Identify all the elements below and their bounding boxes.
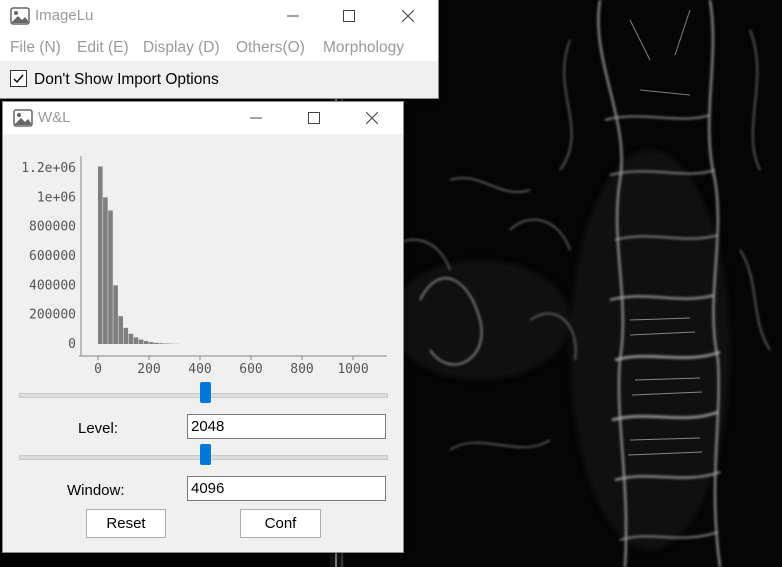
window-title: W&L <box>38 109 71 126</box>
histogram-x-tick-label: 1000 <box>337 362 368 377</box>
menu-file[interactable]: File (N) <box>10 39 61 57</box>
level-label: Level: <box>78 420 119 437</box>
histogram-bar <box>108 210 113 344</box>
level-slider[interactable] <box>19 382 388 410</box>
maximize-icon <box>308 112 320 124</box>
histogram-y-tick-label: 600000 <box>29 249 76 264</box>
histogram-x-tick-label: 800 <box>290 362 313 377</box>
window-label: Window: <box>67 482 125 499</box>
histogram-bar <box>133 337 139 344</box>
histogram-y-tick-label: 800000 <box>29 220 76 235</box>
minimize-icon <box>250 117 262 119</box>
menu-bar: File (N) Edit (E) Display (D) Others(O) … <box>0 34 438 60</box>
histogram-bar <box>118 316 123 344</box>
histogram-bar <box>138 339 144 344</box>
menu-morphology[interactable]: Morphology <box>323 39 404 57</box>
window-input[interactable] <box>187 476 386 501</box>
maximize-button[interactable] <box>291 102 337 134</box>
histogram-bar <box>103 197 108 344</box>
histogram-y-tick-label: 200000 <box>29 308 76 323</box>
dont-show-import-options-checkbox[interactable] <box>10 70 27 87</box>
histogram-bar <box>98 166 103 344</box>
main-titlebar[interactable]: ImageLu <box>0 0 438 32</box>
histogram-bar <box>143 341 149 344</box>
histogram-x-tick-label: 600 <box>239 362 262 377</box>
minimize-icon <box>287 15 299 17</box>
histogram-y-tick-label: 1.2e+06 <box>21 161 76 176</box>
minimize-button[interactable] <box>233 102 279 134</box>
minimize-button[interactable] <box>270 0 316 32</box>
menu-others[interactable]: Others(O) <box>236 39 305 57</box>
level-input[interactable] <box>187 414 386 439</box>
imagelu-main-window: ImageLu File (N) Edit (E) Display (D) Ot… <box>0 0 438 98</box>
maximize-icon <box>343 10 355 22</box>
close-icon <box>402 10 414 22</box>
dont-show-import-options-label[interactable]: Don't Show Import Options <box>34 71 219 89</box>
histogram-bar <box>149 342 154 344</box>
app-image-icon <box>13 109 33 127</box>
window-level-dialog: W&L 1.2e+06 1e+06 800000 600000 400000 200000… <box>3 102 403 552</box>
app-image-icon <box>10 7 30 25</box>
reset-button[interactable]: Reset <box>86 509 166 538</box>
options-bar: Don't Show Import Options <box>0 61 438 98</box>
histogram-bar <box>123 327 129 344</box>
histogram-y-tick-label: 1e+06 <box>37 190 76 205</box>
histogram-y-tick-label: 0 <box>68 337 76 352</box>
histogram-svg: 1.2e+06 1e+06 800000 600000 400000 200000 0 0 20… <box>21 156 387 377</box>
window-title: ImageLu <box>35 7 94 24</box>
histogram-x-tick-label: 0 <box>94 362 102 377</box>
wl-titlebar[interactable]: W&L <box>3 102 403 134</box>
close-icon <box>366 112 378 124</box>
histogram-bar <box>113 285 118 344</box>
menu-edit[interactable]: Edit (E) <box>77 39 129 57</box>
histogram-chart: 1.2e+06 1e+06 800000 600000 400000 200000 0 0 20… <box>3 134 403 386</box>
level-slider-thumb[interactable] <box>200 382 211 403</box>
histogram-x-tick-label: 400 <box>188 362 211 377</box>
close-button[interactable] <box>349 102 395 134</box>
histogram-bar <box>128 333 134 344</box>
histogram-bar <box>154 342 159 344</box>
conf-button[interactable]: Conf <box>240 509 321 538</box>
histogram-x-tick-label: 200 <box>137 362 160 377</box>
histogram-bar <box>159 343 164 344</box>
window-slider-thumb[interactable] <box>200 444 211 465</box>
close-button[interactable] <box>385 0 431 32</box>
menu-display[interactable]: Display (D) <box>143 39 220 57</box>
window-slider[interactable] <box>19 444 388 472</box>
checkmark-icon <box>13 74 24 84</box>
maximize-button[interactable] <box>326 0 372 32</box>
histogram-y-tick-label: 400000 <box>29 278 76 293</box>
